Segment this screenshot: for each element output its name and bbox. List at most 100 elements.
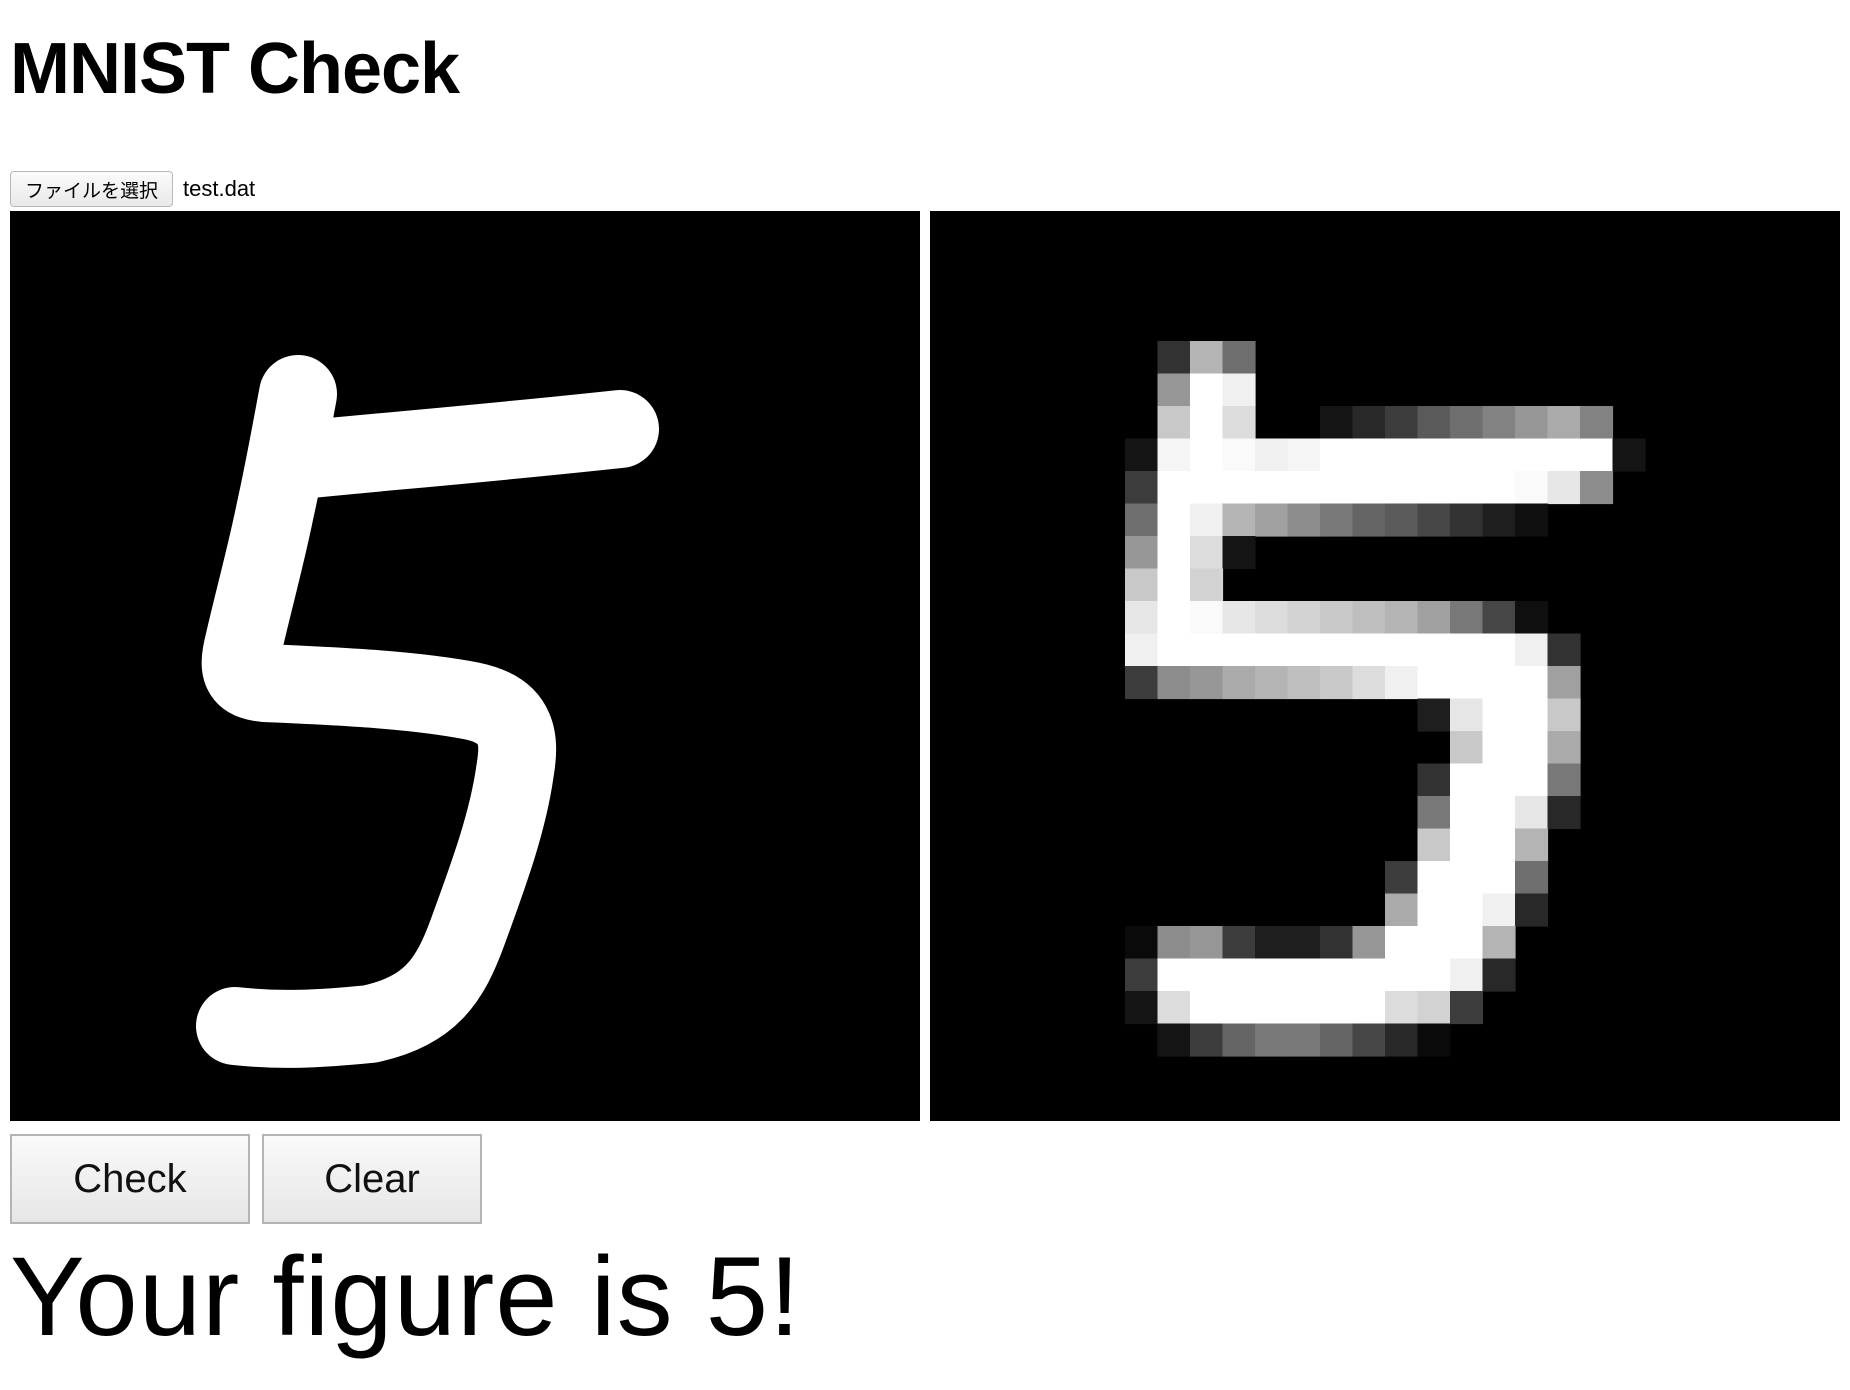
check-button[interactable]: Check [10, 1134, 250, 1224]
preview-pixel [1190, 666, 1224, 700]
preview-pixel [1515, 828, 1549, 862]
preview-pixel [1417, 503, 1451, 537]
preview-pixel [1515, 601, 1549, 635]
preview-pixel [1417, 991, 1451, 1025]
preview-pixel [1125, 633, 1159, 667]
preview-pixel [1450, 406, 1484, 440]
preview-pixel [1287, 601, 1321, 635]
preview-pixel [1385, 471, 1419, 505]
preview-pixel [1255, 438, 1289, 472]
preview-pixel [1255, 471, 1289, 505]
preview-pixel [1515, 796, 1549, 830]
preview-pixel [1320, 503, 1354, 537]
preview-pixel [1157, 926, 1191, 960]
preview-pixel [1222, 503, 1256, 537]
preview-pixel [1482, 438, 1516, 472]
preview-pixel [1320, 958, 1354, 992]
preview-pixel [1547, 763, 1581, 797]
downsampled-digit-preview [1125, 341, 1646, 1057]
page-title: MNIST Check [10, 29, 460, 109]
preview-pixel [1157, 633, 1191, 667]
preview-pixel [1157, 373, 1191, 407]
preview-pixel [1287, 1023, 1321, 1057]
preview-pixel [1287, 926, 1321, 960]
preview-pixel [1190, 958, 1224, 992]
preview-pixel [1417, 926, 1451, 960]
preview-pixel [1352, 503, 1386, 537]
preview-pixel [1255, 633, 1289, 667]
preview-pixel [1515, 406, 1549, 440]
preview-pixel [1190, 991, 1224, 1025]
preview-pixel [1157, 503, 1191, 537]
preview-pixel [1385, 893, 1419, 927]
preview-pixel [1157, 1023, 1191, 1057]
preview-pixel [1287, 666, 1321, 700]
clear-button[interactable]: Clear [262, 1134, 482, 1224]
preview-pixel [1547, 438, 1581, 472]
preview-pixel [1352, 1023, 1386, 1057]
preview-pixel [1320, 991, 1354, 1025]
preview-pixel [1417, 406, 1451, 440]
preview-pixel [1385, 503, 1419, 537]
preview-pixel [1417, 471, 1451, 505]
preview-pixel [1157, 666, 1191, 700]
preview-pixel [1450, 991, 1484, 1025]
preview-pixel [1255, 601, 1289, 635]
preview-pixel [1255, 1023, 1289, 1057]
preview-pixel [1190, 601, 1224, 635]
preview-pixel [1547, 406, 1581, 440]
preview-pixel [1580, 471, 1614, 505]
preview-pixel [1222, 666, 1256, 700]
preview-pixel [1125, 958, 1159, 992]
preview-pixel [1547, 633, 1581, 667]
preview-pixel [1190, 1023, 1224, 1057]
preview-pixel [1190, 568, 1224, 602]
preview-pixel [1190, 438, 1224, 472]
preview-pixel [1417, 893, 1451, 927]
preview-pixel [1190, 503, 1224, 537]
preview-pixel [1255, 926, 1289, 960]
preview-pixel [1385, 666, 1419, 700]
preview-pixel [1222, 438, 1256, 472]
preview-pixel [1190, 406, 1224, 440]
preview-pixel [1352, 438, 1386, 472]
preview-pixel [1125, 568, 1159, 602]
preview-pixel [1450, 633, 1484, 667]
preview-pixel [1450, 731, 1484, 765]
preview-pixel [1352, 406, 1386, 440]
preview-pixel [1255, 958, 1289, 992]
preview-pixel [1287, 438, 1321, 472]
preview-pixel [1515, 666, 1549, 700]
preview-pixel [1287, 471, 1321, 505]
preview-pixel [1352, 926, 1386, 960]
preview-pixel [1450, 861, 1484, 895]
preview-pixel [1417, 438, 1451, 472]
preview-pixel [1190, 536, 1224, 570]
preview-pixel [1190, 926, 1224, 960]
preview-pixel [1320, 601, 1354, 635]
preview-pixel [1417, 958, 1451, 992]
preview-pixel [1417, 698, 1451, 732]
preview-pixel [1417, 861, 1451, 895]
preview-pixel [1482, 731, 1516, 765]
preview-pixel [1222, 1023, 1256, 1057]
preview-pixel [1157, 958, 1191, 992]
choose-file-button[interactable]: ファイルを選択 [10, 171, 174, 207]
preview-pixel [1417, 828, 1451, 862]
preview-pixel [1417, 796, 1451, 830]
preview-pixel [1352, 471, 1386, 505]
preview-pixel [1222, 601, 1256, 635]
preview-pixel [1125, 601, 1159, 635]
preview-pixel [1320, 666, 1354, 700]
preview-pixel [1320, 926, 1354, 960]
preview-pixel [1482, 503, 1516, 537]
preview-pixel [1320, 471, 1354, 505]
drawing-canvas[interactable] [10, 211, 920, 1121]
preview-pixel [1580, 406, 1614, 440]
preview-pixel [1482, 601, 1516, 635]
preview-pixel [1515, 698, 1549, 732]
preview-pixel [1450, 601, 1484, 635]
preview-pixel [1450, 958, 1484, 992]
preview-pixel [1450, 666, 1484, 700]
prediction-result: Your figure is 5! [10, 1234, 802, 1359]
